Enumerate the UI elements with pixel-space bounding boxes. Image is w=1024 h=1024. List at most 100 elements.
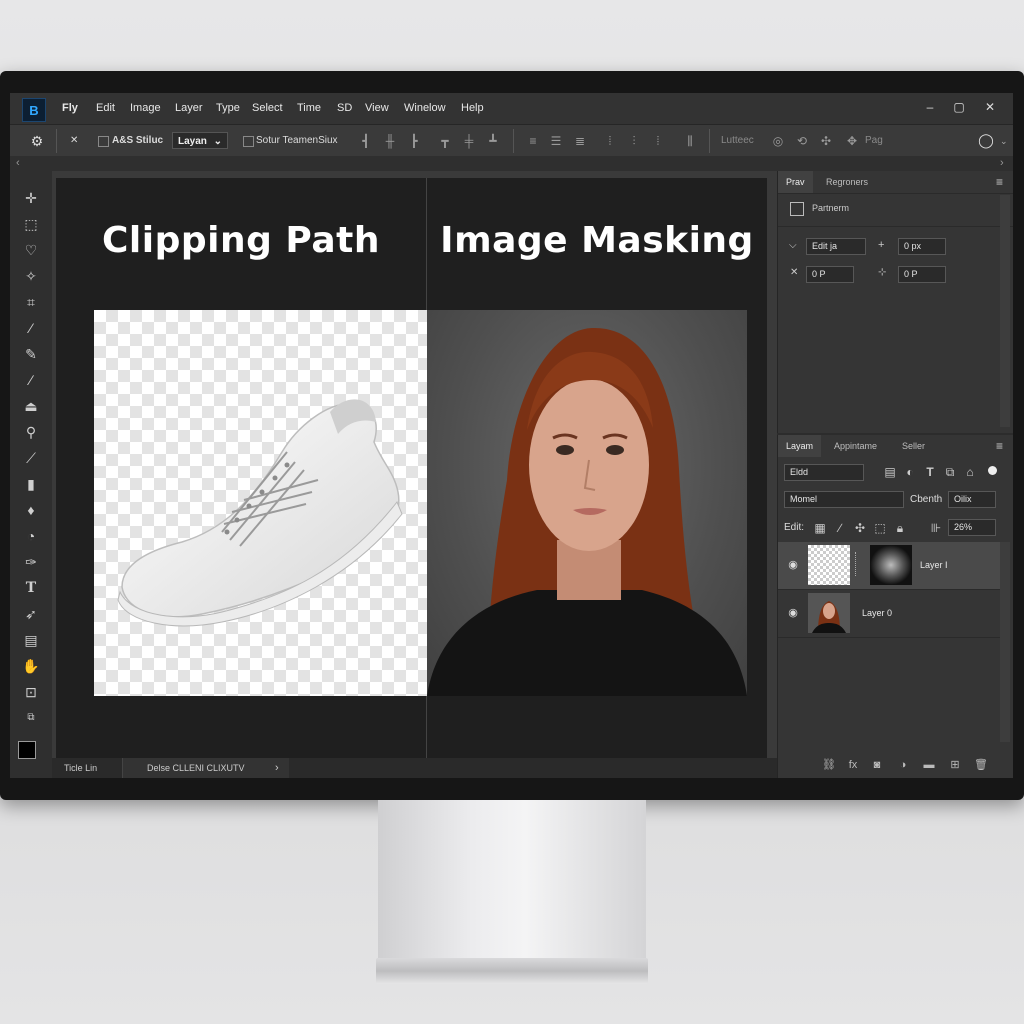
- tab-layers[interactable]: Layam: [778, 435, 822, 457]
- menu-sd[interactable]: SD: [337, 93, 352, 124]
- filter-pixel-icon[interactable]: ▤: [882, 464, 898, 480]
- close-options-icon[interactable]: ✕: [70, 125, 78, 157]
- distribute-right-icon[interactable]: ⦙: [650, 133, 666, 149]
- edit-toolbar-icon[interactable]: ⧉: [19, 707, 43, 729]
- height-field[interactable]: 0 P: [806, 266, 854, 283]
- hand-tool-icon[interactable]: ✋: [19, 655, 43, 677]
- lock-all-icon[interactable]: 🔒︎: [892, 520, 908, 536]
- magic-wand-tool-icon[interactable]: ✧: [19, 265, 43, 287]
- filter-adjustment-icon[interactable]: ◐: [902, 464, 918, 480]
- menu-time[interactable]: Time: [297, 93, 321, 124]
- orbit-3d-icon[interactable]: ◎: [770, 133, 786, 149]
- document-info[interactable]: Delse CLLENI CLIXUTV ›: [122, 758, 289, 778]
- eye-icon[interactable]: ◉: [786, 558, 800, 572]
- history-brush-tool-icon[interactable]: ⚲: [19, 421, 43, 443]
- align-center-icon[interactable]: ╫: [382, 133, 398, 149]
- pen-tool-icon[interactable]: ✑: [19, 551, 43, 573]
- foreground-color-swatch[interactable]: [18, 741, 36, 759]
- lock-transparent-icon[interactable]: ▦: [812, 520, 828, 536]
- chevron-right-icon[interactable]: ›: [275, 758, 279, 778]
- maximize-button[interactable]: ▢: [947, 96, 971, 118]
- workspace-chevron-icon[interactable]: ⌄: [1000, 125, 1008, 157]
- lasso-tool-icon[interactable]: ♡: [19, 239, 43, 261]
- lock-pixels-icon[interactable]: ∕: [832, 520, 848, 536]
- search-icon[interactable]: ◯: [978, 132, 994, 148]
- layer-row-1[interactable]: ◉ Layer I: [778, 542, 1000, 589]
- opacity-field[interactable]: Oilix: [948, 491, 996, 508]
- pan-3d-icon[interactable]: ✣: [818, 133, 834, 149]
- type-tool-icon[interactable]: T: [19, 577, 43, 599]
- menu-window[interactable]: Winelow: [404, 93, 446, 124]
- filter-shape-icon[interactable]: ⧉: [942, 464, 958, 480]
- menu-layer[interactable]: Layer: [175, 93, 203, 124]
- distribute-left-icon[interactable]: ⦙: [602, 133, 618, 149]
- menu-fly[interactable]: Fly: [62, 93, 78, 124]
- scroll-left-icon[interactable]: ‹: [16, 156, 20, 171]
- crop-tool-icon[interactable]: ⌗: [19, 291, 43, 313]
- add-mask-icon[interactable]: ◙: [870, 758, 884, 772]
- properties-scrollbar[interactable]: [1000, 195, 1010, 427]
- kind-filter-dropdown[interactable]: Eldd: [784, 464, 864, 481]
- filter-smart-object-icon[interactable]: ⌂: [962, 464, 978, 480]
- blur-tool-icon[interactable]: ♦: [19, 499, 43, 521]
- menu-edit[interactable]: Edit: [96, 93, 115, 124]
- align-right-icon[interactable]: ┣: [406, 133, 422, 149]
- y-position-field[interactable]: 0 P: [898, 266, 946, 283]
- blend-mode-dropdown[interactable]: Momel: [784, 491, 904, 508]
- align-bottom-icon[interactable]: ┻: [485, 133, 501, 149]
- auto-align-icon[interactable]: ⫼: [682, 133, 698, 149]
- distribute-top-icon[interactable]: ≡: [525, 133, 541, 149]
- document-canvas[interactable]: Clipping Path Image Masking: [56, 178, 767, 758]
- panel-menu-icon[interactable]: ≡: [996, 171, 1003, 193]
- app-logo-icon[interactable]: B: [22, 98, 46, 122]
- filter-toggle[interactable]: [988, 466, 997, 475]
- align-middle-icon[interactable]: ╪: [461, 133, 477, 149]
- align-top-icon[interactable]: ┳: [437, 133, 453, 149]
- fill-field[interactable]: 26%: [948, 519, 996, 536]
- layer-row-2[interactable]: ◉ Layer 0: [778, 590, 1000, 637]
- distribute-center-icon[interactable]: ⫶: [626, 133, 642, 149]
- tab-properties[interactable]: Prav: [778, 171, 813, 193]
- roll-3d-icon[interactable]: ⟲: [794, 133, 810, 149]
- menu-help[interactable]: Help: [461, 93, 484, 124]
- menu-view[interactable]: View: [365, 93, 389, 124]
- layer-name[interactable]: Layer I: [920, 542, 948, 589]
- new-layer-icon[interactable]: ⊞: [948, 758, 962, 772]
- lock-artboard-icon[interactable]: ⬚: [872, 520, 888, 536]
- layers-menu-icon[interactable]: ≡: [996, 435, 1003, 457]
- eraser-tool-icon[interactable]: ⟋: [19, 447, 43, 469]
- brush-tool-icon[interactable]: ∕: [19, 369, 43, 391]
- delete-layer-icon[interactable]: 🗑︎: [974, 758, 988, 772]
- gear-icon[interactable]: ⚙: [29, 133, 45, 149]
- layer-mask-thumbnail[interactable]: [870, 545, 912, 585]
- dodge-tool-icon[interactable]: ◔: [19, 525, 43, 547]
- filter-type-icon[interactable]: T: [922, 464, 938, 480]
- menu-image[interactable]: Image: [130, 93, 161, 124]
- layers-scrollbar[interactable]: [1000, 542, 1010, 742]
- align-left-icon[interactable]: ┫: [358, 133, 374, 149]
- width-field[interactable]: Edit ja: [806, 238, 866, 255]
- menu-type[interactable]: Type: [216, 93, 240, 124]
- slide-3d-icon[interactable]: ✥: [844, 133, 860, 149]
- adjustment-layer-icon[interactable]: ◑: [896, 758, 910, 772]
- layer-select-dropdown[interactable]: Layan ⌄: [172, 132, 228, 149]
- eye-icon[interactable]: ◉: [786, 606, 800, 620]
- move-tool-icon[interactable]: ✛: [19, 187, 43, 209]
- shape-tool-icon[interactable]: ▤: [19, 629, 43, 651]
- zoom-tool-icon[interactable]: ⊡: [19, 681, 43, 703]
- path-selection-tool-icon[interactable]: ➶: [19, 603, 43, 625]
- team-checkbox[interactable]: [243, 136, 254, 147]
- marquee-tool-icon[interactable]: ⬚: [19, 213, 43, 235]
- layer-style-icon[interactable]: fx: [846, 758, 860, 772]
- distribute-middle-icon[interactable]: ☰: [548, 133, 564, 149]
- new-group-icon[interactable]: ▬: [922, 758, 936, 772]
- style-checkbox[interactable]: [98, 136, 109, 147]
- healing-brush-tool-icon[interactable]: ✎: [19, 343, 43, 365]
- tab-regroners[interactable]: Regroners: [818, 171, 876, 193]
- zoom-level-text[interactable]: Ticle Lin: [64, 758, 97, 778]
- eyedropper-tool-icon[interactable]: ⁄: [19, 317, 43, 339]
- layer-name[interactable]: Layer 0: [862, 590, 892, 637]
- mask-link-icon[interactable]: [855, 552, 858, 576]
- lock-position-icon[interactable]: ✣: [852, 520, 868, 536]
- gradient-tool-icon[interactable]: ▮: [19, 473, 43, 495]
